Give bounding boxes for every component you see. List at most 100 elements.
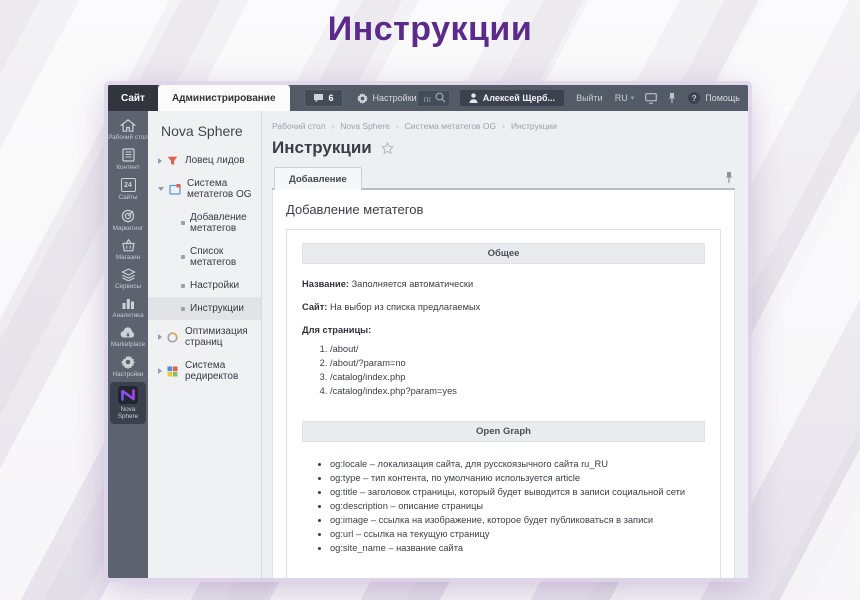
breadcrumb-item[interactable]: Инструкции: [511, 121, 557, 131]
module-menu: Nova Sphere Ловец лидов Система метатего…: [148, 111, 262, 578]
optimization-icon: [167, 331, 180, 343]
tab-administration[interactable]: Администрирование: [157, 85, 290, 111]
tree-label: Настройки: [190, 280, 240, 291]
tree-item-page-optimization[interactable]: Оптимизация страниц: [148, 320, 261, 354]
sidebar-item-shop[interactable]: Магазин: [108, 235, 148, 264]
instructions-panel: Добавление метатегов Общее Название: Зап…: [272, 190, 735, 578]
favorite-star-icon[interactable]: [380, 141, 394, 155]
tree-label: Ловец лидов: [185, 155, 245, 166]
notifications-button[interactable]: 6: [303, 89, 343, 107]
og-tag: og:site_name – название сайта: [330, 542, 705, 556]
og-tag: og:title – заголовок страницы, который б…: [330, 486, 705, 500]
tree-label: Система метатегов OG: [187, 178, 252, 200]
sidebar-item-services[interactable]: Сервисы: [108, 264, 148, 293]
sidebar-item-marketplace[interactable]: Marketplace: [108, 323, 148, 351]
target-icon: [121, 209, 135, 223]
help-button[interactable]: ? Помощь: [688, 92, 740, 104]
caret-right-icon: [158, 368, 162, 374]
panel-title: Добавление метатегов: [286, 202, 424, 217]
window-body: Рабочий стол Контент 24 Сайты Маркетинг …: [108, 111, 748, 578]
tree-item-redirect-system[interactable]: Система редиректов: [148, 354, 261, 388]
sidebar-item-nova-sphere[interactable]: Nova Sphere: [110, 382, 146, 424]
rail-label: Nova Sphere: [117, 406, 139, 421]
name-text: Заполняется автоматически: [348, 279, 474, 289]
rail-label: Маркетинг: [112, 224, 144, 232]
site-text: На выбор из списка предлагаемых: [327, 302, 481, 313]
og-tag: og:url – ссылка на текущую страницу: [330, 528, 705, 542]
rail-label: Marketplace: [110, 340, 146, 348]
pages-label-row: Для страницы:: [302, 324, 705, 336]
language-selector[interactable]: RU ▾: [615, 93, 635, 103]
og-tag: og:description – описание страницы: [330, 500, 705, 514]
nova-sphere-logo-icon: [118, 386, 138, 405]
rail-label: Сервисы: [114, 283, 142, 291]
caret-down-icon: [158, 187, 164, 191]
tree-sub-list-metatags[interactable]: Список метатегов: [148, 240, 261, 274]
home-icon: [120, 119, 136, 132]
sidebar-item-sites[interactable]: 24 Сайты: [108, 174, 148, 204]
tree-item-lead-catcher[interactable]: Ловец лидов: [148, 149, 261, 172]
bullet-icon: [181, 283, 185, 288]
breadcrumb-item[interactable]: Система метатегов OG: [405, 121, 497, 131]
breadcrumb-item[interactable]: Nova Sphere: [340, 121, 390, 131]
tree-label: Оптимизация страниц: [185, 326, 248, 348]
help-label: Помощь: [705, 93, 740, 103]
main-content: Рабочий стол › Nova Sphere › Система мет…: [262, 111, 748, 578]
name-row: Название: Заполняется автоматически: [302, 278, 705, 290]
bullet-icon: [181, 221, 185, 225]
question-icon: ?: [688, 92, 701, 104]
bullet-icon: [181, 306, 185, 311]
page-title-row: Инструкции: [272, 138, 735, 158]
user-menu[interactable]: Алексей Щерб...: [459, 90, 565, 106]
admin-window: Сайт Администрирование 6 Настройки Алекс…: [108, 85, 748, 578]
og-tag: og:image – ссылка на изображение, которо…: [330, 514, 705, 528]
search-icon[interactable]: [435, 92, 446, 103]
sidebar-item-content[interactable]: Контент: [108, 144, 148, 174]
form-tab-row: Добавление: [272, 167, 735, 190]
funnel-icon: [167, 156, 180, 166]
sidebar-item-marketing[interactable]: Маркетинг: [108, 205, 148, 235]
page-example: /catalog/index.php: [330, 371, 705, 385]
sidebar-item-settings[interactable]: Настройки: [108, 351, 148, 381]
bar-chart-icon: [121, 297, 135, 310]
tree-sub-settings[interactable]: Настройки: [148, 274, 261, 297]
pages-label: Для страницы:: [302, 325, 372, 336]
tree-label: Система редиректов: [185, 360, 239, 382]
breadcrumb-item[interactable]: Рабочий стол: [272, 121, 325, 131]
display-settings-icon[interactable]: [645, 92, 658, 104]
og-tags-list: og:locale – локализация сайта, для русск…: [318, 458, 705, 556]
section-header-open-graph: Open Graph: [302, 420, 705, 442]
pin-topbar-icon[interactable]: [668, 92, 676, 104]
settings-label: Настройки: [372, 93, 417, 103]
caret-right-icon: [158, 334, 162, 340]
settings-button[interactable]: Настройки: [356, 92, 417, 104]
page-example: /about/?param=no: [330, 357, 705, 371]
tree-sub-instructions[interactable]: Инструкции: [148, 297, 261, 320]
sidebar-item-analytics[interactable]: Аналитика: [108, 293, 148, 322]
section-header-general: Общее: [302, 243, 705, 264]
gear-icon: [121, 354, 135, 369]
og-tag: og:type – тип контента, по умолчанию исп…: [330, 472, 705, 486]
rail-label: Магазин: [115, 253, 141, 261]
document-icon: [121, 148, 135, 162]
og-tag: og:locale – локализация сайта, для русск…: [330, 458, 705, 472]
tree-item-og-system[interactable]: Система метатегов OG: [148, 172, 261, 206]
layers-icon: [120, 268, 136, 282]
content-page-title: Инструкции: [272, 138, 372, 157]
basket-icon: [121, 238, 136, 252]
tab-site[interactable]: Сайт: [108, 85, 158, 111]
sidebar-item-workspace[interactable]: Рабочий стол: [108, 115, 148, 144]
breadcrumb-separator: ›: [395, 121, 399, 131]
sites-24-icon: 24: [120, 178, 136, 193]
pages-list: /about/ /about/?param=no /catalog/index.…: [318, 343, 705, 399]
tree-label: Инструкции: [190, 303, 245, 314]
site-label: Сайт:: [302, 302, 328, 313]
redirects-icon: [167, 366, 180, 377]
caret-right-icon: [158, 157, 162, 164]
tab-addition[interactable]: Добавление: [274, 167, 362, 190]
instructions-form: Общее Название: Заполняется автоматическ…: [286, 229, 721, 578]
logout-link[interactable]: Выйти: [576, 93, 603, 103]
pin-icon[interactable]: [725, 171, 733, 184]
tree-sub-add-metatags[interactable]: Добавление метатегов: [148, 206, 261, 240]
rail-label: Сайты: [118, 194, 138, 202]
